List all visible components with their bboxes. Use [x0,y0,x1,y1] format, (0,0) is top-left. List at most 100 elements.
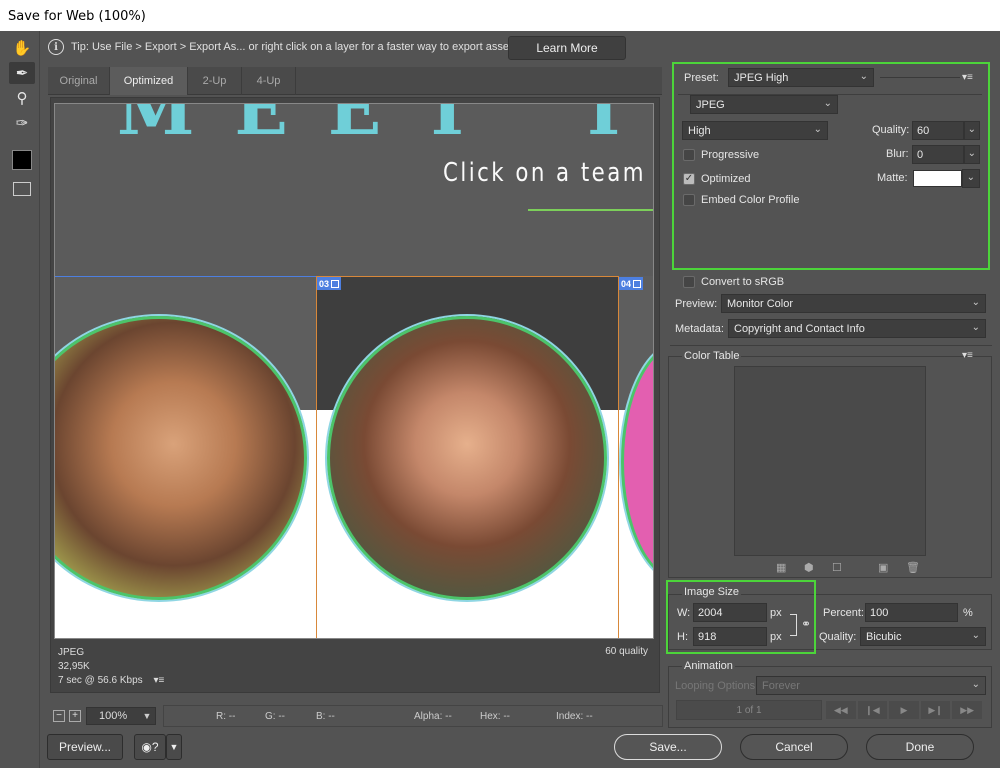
chevron-down-icon: ⌄ [813,124,822,135]
map-to-transparent-icon[interactable]: ▦ [776,561,786,574]
banner-area: MEET T Click on a team m [55,104,653,276]
download-time: 7 sec @ 56.6 Kbps ▾≡ [58,675,165,686]
window-title: Save for Web (100%) [0,0,1000,31]
preview-button[interactable]: Preview... [47,734,123,760]
quality-label: Quality: [872,124,910,136]
next-frame-icon[interactable]: ▶❙ [920,701,951,719]
tab-2-up[interactable]: 2-Up [188,67,242,95]
slice-select-tool-icon[interactable]: ✒ [9,62,35,84]
frame-counter: 1 of 1 [676,700,822,720]
done-button[interactable]: Done [866,734,974,760]
readout-alpha: Alpha: -- [414,711,452,722]
optimized-checkbox[interactable]: ✓ [683,173,695,185]
eyedropper-color-swatch[interactable] [9,149,35,171]
compression-quality-select[interactable]: High ⌄ [682,121,828,140]
slice-boundary [618,276,619,638]
tab-optimized[interactable]: Optimized [110,67,188,95]
readout-index: Index: -- [556,711,593,722]
height-unit: px [770,631,782,643]
preview-color-select[interactable]: Monitor Color ⌄ [721,294,986,313]
hand-tool-icon[interactable]: ✋ [9,37,35,59]
progressive-label: Progressive [701,149,760,161]
slice-number-badge[interactable]: 03 [317,277,342,290]
readout-g: G: -- [265,711,285,722]
chevron-down-icon: ⌄ [971,679,980,690]
quality-slider-toggle[interactable]: ⌄ [964,121,980,140]
metadata-select[interactable]: Copyright and Contact Info ⌄ [728,319,986,338]
toggle-slices-visibility-icon[interactable] [9,178,35,200]
zoom-tool-icon[interactable]: ⚲ [9,87,35,109]
height-input[interactable]: 918 [693,627,767,646]
web-snap-icon[interactable]: ⬢ [804,561,814,574]
percent-input[interactable]: 100 [865,603,958,622]
optimize-menu-icon[interactable]: ▾≡ [962,72,973,83]
tip-text: Tip: Use File > Export > Export As... or… [71,41,518,53]
chevron-down-icon: ⌄ [859,71,868,82]
blur-slider-toggle[interactable]: ⌄ [964,145,980,164]
cancel-button[interactable]: Cancel [740,734,848,760]
matte-color-swatch[interactable] [913,170,962,187]
file-format: JPEG [58,647,85,658]
color-table-title: Color Table [682,350,742,362]
chevron-down-icon[interactable]: ▼ [138,707,156,725]
preset-select[interactable]: JPEG High ⌄ [728,68,874,87]
previous-frame-icon[interactable]: ❙◀ [857,701,888,719]
constrain-proportions-link-icon[interactable]: ⚭ [801,617,811,631]
download-time-menu-icon[interactable]: ▾≡ [153,675,164,686]
width-label: W: [677,607,691,619]
last-frame-icon[interactable]: ▶▶ [952,701,982,719]
convert-srgb-checkbox[interactable] [683,276,695,288]
looping-options-select[interactable]: Forever ⌄ [756,676,986,695]
blur-input[interactable]: 0 [912,145,964,164]
optimized-label: Optimized [701,173,751,185]
divider [880,77,960,78]
eyedropper-tool-icon[interactable]: ✑ [9,112,35,134]
looping-options-label: Looping Options: [675,680,759,692]
slice-boundary [317,276,619,277]
link-bracket [790,614,797,636]
animation-title: Animation [682,660,735,672]
metadata-label: Metadata: [675,323,724,335]
slice-number-badge[interactable]: 04 [619,277,644,290]
preview-label: Preview: [675,298,718,310]
optimized-preview-image[interactable]: MEET T Click on a team m 03 04 [54,103,654,639]
zoom-in-button[interactable]: + [69,710,81,722]
resample-quality-select[interactable]: Bicubic ⌄ [860,627,986,646]
chevron-down-icon[interactable]: ▼ [166,734,182,760]
chevron-down-icon: ⌄ [971,630,980,641]
first-frame-icon[interactable]: ◀◀ [826,701,856,719]
banner-heading: Click on a team m [443,158,653,188]
embed-color-profile-label: Embed Color Profile [701,194,800,206]
browser-preview-icon[interactable]: ◉? [134,734,166,760]
image-size-title: Image Size [682,586,742,598]
tab-original[interactable]: Original [48,67,110,95]
learn-more-button[interactable]: Learn More [508,36,626,60]
readout-r: R: -- [216,711,236,722]
slice-boundary [55,276,317,277]
zoom-out-button[interactable]: − [53,710,65,722]
file-format-select[interactable]: JPEG ⌄ [690,95,838,114]
play-icon[interactable]: ▶ [889,701,919,719]
percent-unit: % [963,607,973,619]
quality-info: 60 quality [605,646,648,657]
color-table-swatches[interactable] [734,366,926,556]
percent-label: Percent: [823,607,864,619]
tab-4-up[interactable]: 4-Up [242,67,296,95]
tip-bar: i Tip: Use File > Export > Export As... … [42,32,660,62]
matte-menu[interactable]: ⌄ [962,169,980,188]
color-readouts: R: -- G: -- B: -- Alpha: -- Hex: -- Inde… [163,705,663,727]
color-table-menu-icon[interactable]: ▾≡ [962,350,973,361]
progressive-checkbox[interactable] [683,149,695,161]
new-color-icon[interactable]: ▣ [878,561,888,574]
optimization-info: JPEG 32,95K 7 sec @ 56.6 Kbps ▾≡ [58,646,164,688]
lock-icon[interactable]: ☐ [832,561,842,574]
slice-boundary [316,276,317,638]
save-button[interactable]: Save... [614,734,722,760]
view-tabs: Original Optimized 2-Up 4-Up [48,67,662,95]
width-input[interactable]: 2004 [693,603,767,622]
embed-color-profile-checkbox[interactable] [683,194,695,206]
quality-input[interactable]: 60 [912,121,964,140]
trash-icon[interactable]: 🗑 [906,561,920,574]
matte-label: Matte: [877,172,908,184]
height-label: H: [677,631,688,643]
